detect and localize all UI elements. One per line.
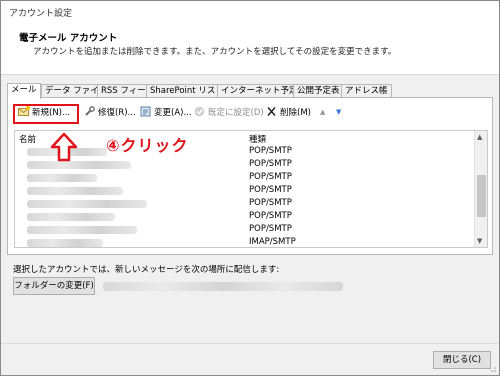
title-bar: アカウント設定	[1, 1, 499, 23]
account-type: POP/SMTP	[249, 146, 292, 156]
tab-address-books[interactable]: アドレス帳	[341, 84, 392, 98]
check-circle-icon	[194, 106, 206, 117]
remove-button-label: 削除(M)	[280, 108, 311, 118]
change-button[interactable]: 変更(A)...	[140, 106, 192, 120]
remove-button[interactable]: 削除(M)	[266, 106, 311, 120]
account-type: POP/SMTP	[249, 198, 292, 208]
account-name-blurred	[27, 239, 103, 247]
resize-grip-icon[interactable]	[489, 365, 497, 373]
change-icon	[140, 106, 152, 117]
tab-strip: メール データ ファイル RSS フィード SharePoint リスト インタ…	[7, 83, 493, 99]
account-type: POP/SMTP	[249, 172, 292, 182]
account-name-blurred	[27, 187, 123, 195]
repair-button[interactable]: 修復(R)...	[84, 106, 136, 120]
account-type: POP/SMTP	[249, 159, 292, 169]
delivery-path-blurred	[103, 282, 343, 291]
account-name-blurred	[27, 161, 131, 169]
change-button-label: 変更(A)...	[154, 108, 192, 118]
header-description: アカウントを追加または削除できます。また、アカウントを選択してその設定を変更でき…	[33, 47, 397, 57]
new-button-highlight	[13, 104, 79, 124]
tab-mail[interactable]: メール	[7, 83, 41, 99]
account-type: IMAP/SMTP	[249, 237, 296, 247]
account-type: POP/SMTP	[249, 185, 292, 195]
account-row[interactable]: IMAP/SMTP	[15, 236, 475, 249]
annotation-arrow-up-icon	[50, 132, 78, 162]
x-delete-icon	[266, 106, 278, 117]
account-settings-dialog: アカウント設定 電子メール アカウント アカウントを追加または削除できます。また…	[0, 0, 500, 376]
account-row[interactable]: POP/SMTP	[15, 210, 475, 223]
account-row[interactable]: POP/SMTP	[15, 158, 475, 171]
tab-sharepoint-lists[interactable]: SharePoint リスト	[146, 84, 228, 98]
delivery-label: 選択したアカウントでは、新しいメッセージを次の場所に配信します:	[13, 265, 280, 275]
account-name-blurred	[27, 174, 97, 182]
column-header-type[interactable]: 種類	[249, 133, 266, 145]
scroll-thumb[interactable]	[477, 175, 486, 217]
scroll-down-icon[interactable]: ▼	[477, 237, 482, 245]
dialog-header: 電子メール アカウント アカウントを追加または削除できます。また、アカウントを選…	[1, 23, 499, 75]
account-name-blurred	[27, 226, 137, 234]
account-row[interactable]: POP/SMTP	[15, 171, 475, 184]
account-rows: POP/SMTP POP/SMTP POP/SMTP POP/SMTP POP/…	[15, 145, 475, 249]
repair-icon	[84, 106, 96, 117]
tab-published-calendars[interactable]: 公開予定表	[293, 84, 344, 98]
account-row[interactable]: POP/SMTP	[15, 184, 475, 197]
mail-tab-panel: 新規(N)... 修復(R)... 変更(A)... 既定に設定(D) 削除(M…	[7, 97, 493, 255]
list-scrollbar[interactable]: ▲ ▼	[474, 131, 487, 247]
header-title: 電子メール アカウント	[19, 33, 118, 44]
account-type: POP/SMTP	[249, 224, 292, 234]
move-up-button[interactable]: ▲	[320, 106, 325, 120]
move-down-button[interactable]: ▼	[336, 106, 341, 120]
account-row[interactable]: POP/SMTP	[15, 223, 475, 236]
account-row[interactable]: POP/SMTP	[15, 145, 475, 158]
footer-divider	[1, 343, 499, 344]
annotation-text: ④クリック	[106, 136, 189, 155]
change-folder-button[interactable]: フォルダーの変更(F)	[13, 277, 95, 295]
account-name-blurred	[27, 213, 115, 221]
column-header-name[interactable]: 名前	[19, 133, 36, 145]
window-title: アカウント設定	[9, 9, 73, 19]
account-type: POP/SMTP	[249, 211, 292, 221]
set-default-button[interactable]: 既定に設定(D)	[194, 106, 264, 120]
close-button[interactable]: 閉じる(C)	[433, 351, 491, 369]
scroll-up-icon[interactable]: ▲	[477, 133, 482, 141]
account-toolbar: 新規(N)... 修復(R)... 変更(A)... 既定に設定(D) 削除(M…	[8, 104, 492, 122]
account-name-blurred	[27, 200, 147, 208]
account-list[interactable]: 名前 種類 POP/SMTP POP/SMTP POP/SMTP POP/SMT…	[14, 130, 488, 248]
account-row[interactable]: POP/SMTP	[15, 197, 475, 210]
repair-button-label: 修復(R)...	[98, 108, 136, 118]
set-default-button-label: 既定に設定(D)	[208, 108, 264, 118]
